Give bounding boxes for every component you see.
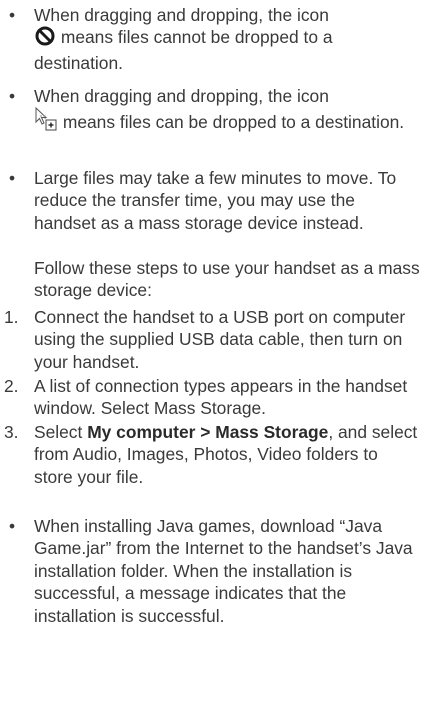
step-number: 2.	[4, 376, 19, 396]
step-text: A list of connection types appears in th…	[34, 376, 408, 419]
step-number: 3.	[4, 422, 19, 442]
bullet-text-start: When dragging and dropping, the icon	[34, 5, 329, 25]
bullet-text-end: means files cannot be dropped to a desti…	[34, 27, 333, 73]
bullet-text-start: When dragging and dropping, the icon	[34, 86, 329, 106]
bullet-text: Large files may take a few minutes to mo…	[34, 168, 397, 233]
step-text: Connect the handset to a USB port on com…	[34, 307, 406, 372]
step-text-start: Select	[34, 422, 83, 442]
steps-intro-text: Follow these steps to use your handset a…	[34, 258, 420, 301]
menu-path: My computer > Mass Storage	[87, 422, 329, 442]
no-drop-icon	[34, 26, 56, 51]
bullet-marker: •	[9, 5, 16, 25]
step-text: Select My computer > Mass Storage, and s…	[34, 421, 420, 488]
bullet-text: When dragging and dropping, the icon mea…	[34, 85, 420, 137]
bullet-text-end: means files can be dropped to a destinat…	[62, 112, 405, 133]
copy-cursor-icon	[34, 107, 58, 136]
bullet-text: When installing Java games, download “Ja…	[34, 516, 413, 626]
bullet-marker: •	[9, 516, 16, 536]
bullet-marker: •	[9, 168, 16, 188]
bullet-marker: •	[9, 86, 16, 106]
step-number: 1.	[4, 307, 19, 327]
bullet-text: When dragging and dropping, the icon mea…	[34, 4, 420, 74]
